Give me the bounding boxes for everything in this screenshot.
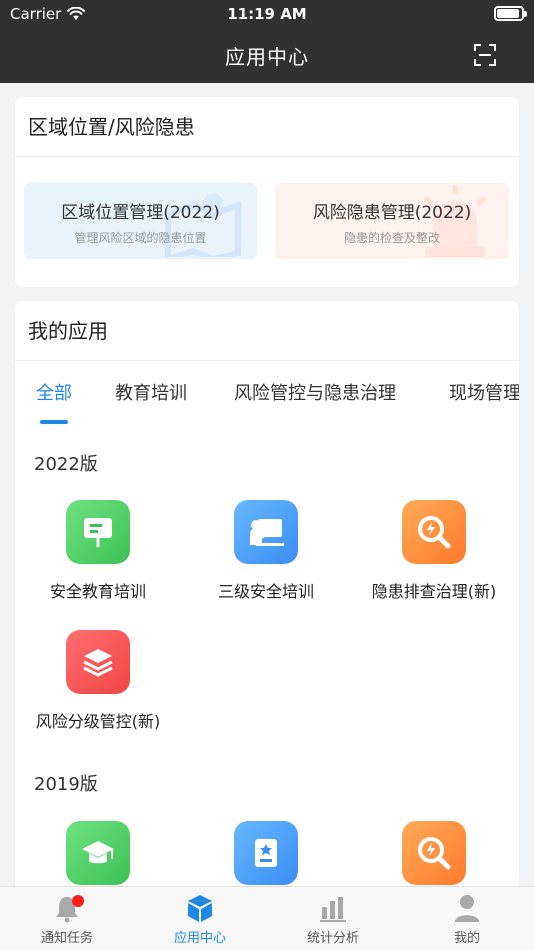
app-2019-education[interactable] (15, 821, 181, 885)
scan-icon[interactable] (474, 44, 496, 66)
risk-hazard-subtitle: 隐患的检查及整改 (343, 231, 440, 245)
app-2019-hazard[interactable] (351, 821, 517, 885)
layers-icon (83, 649, 113, 677)
region-location-title: 区域位置管理(2022) (61, 203, 220, 223)
category-tabs: 全部 教育培训 风险管控与隐患治理 现场管理 (15, 363, 519, 427)
risk-hazard-title: 风险隐患管理(2022) (312, 203, 472, 223)
app-label: 安全教育培训 (49, 582, 146, 601)
person-icon (455, 895, 479, 922)
notification-badge (72, 895, 84, 907)
region-location-subtitle: 管理风险区域的隐患位置 (74, 231, 207, 245)
active-tab-indicator (40, 420, 68, 424)
magnifier-alert-icon (418, 516, 451, 549)
tabbar-label: 我的 (453, 931, 480, 946)
app-three-level-training[interactable]: 三级安全培训 (183, 500, 349, 602)
bottom-tab-bar: 通知任务 应用中心 统计分析 我的 (0, 886, 534, 950)
region-location-tile[interactable]: 区域位置管理(2022) 管理风险区域的隐患位置 (24, 183, 257, 259)
tabbar-item-app-center[interactable]: 应用中心 (133, 893, 267, 946)
document-badge-icon (255, 839, 277, 867)
app-center-screen: Carrier 11:19 AM 应用中心 区域位置/风险隐患 区域位置管理(2… (0, 0, 534, 950)
page-title: 应用中心 (225, 45, 309, 69)
tabbar-item-mine[interactable]: 我的 (400, 893, 534, 946)
app-label: 隐患排查治理(新) (371, 582, 497, 601)
region-risk-card: 区域位置/风险隐患 区域位置管理(2022) 管理风险区域的隐患位置 风险隐患管… (15, 97, 519, 287)
app-2019-training[interactable] (183, 821, 349, 885)
presentation-board-icon (84, 518, 112, 547)
tabbar-item-notifications[interactable]: 通知任务 (0, 893, 134, 946)
tabbar-label: 应用中心 (173, 931, 226, 946)
battery-icon (494, 6, 527, 21)
cube-icon (188, 895, 212, 922)
teacher-board-icon (250, 519, 284, 546)
region-risk-title: 区域位置/风险隐患 (15, 97, 519, 157)
magnifier-alert-icon (418, 837, 451, 870)
tab-all[interactable]: 全部 (36, 379, 72, 405)
tabbar-label: 统计分析 (306, 931, 359, 946)
risk-hazard-tile[interactable]: 风险隐患管理(2022) 隐患的检查及整改 (275, 183, 509, 259)
my-apps-title: 我的应用 (15, 301, 519, 361)
bar-chart-icon (320, 897, 346, 922)
app-safety-education[interactable]: 安全教育培训 (15, 500, 181, 602)
status-bar: Carrier 11:19 AM (0, 0, 534, 28)
app-risk-classification[interactable]: 风险分级管控(新) (15, 630, 181, 732)
tab-risk-control[interactable]: 风险管控与隐患治理 (234, 379, 396, 405)
section-2019-label: 2019版 (34, 774, 98, 795)
graduation-cap-icon (82, 841, 114, 864)
my-apps-card: 我的应用 全部 教育培训 风险管控与隐患治理 现场管理 2022版 安全教育培训 (15, 301, 519, 901)
tab-site-management[interactable]: 现场管理 (449, 379, 519, 405)
tabbar-item-statistics[interactable]: 统计分析 (266, 893, 400, 946)
tab-education[interactable]: 教育培训 (115, 379, 187, 405)
app-label: 风险分级管控(新) (35, 712, 161, 731)
clock: 11:19 AM (227, 5, 307, 23)
app-hazard-inspection[interactable]: 隐患排查治理(新) (351, 500, 517, 602)
section-2022-label: 2022版 (34, 454, 98, 475)
top-bar: Carrier 11:19 AM 应用中心 (0, 0, 534, 83)
tabbar-label: 通知任务 (40, 931, 93, 946)
app-label: 三级安全培训 (217, 582, 314, 601)
